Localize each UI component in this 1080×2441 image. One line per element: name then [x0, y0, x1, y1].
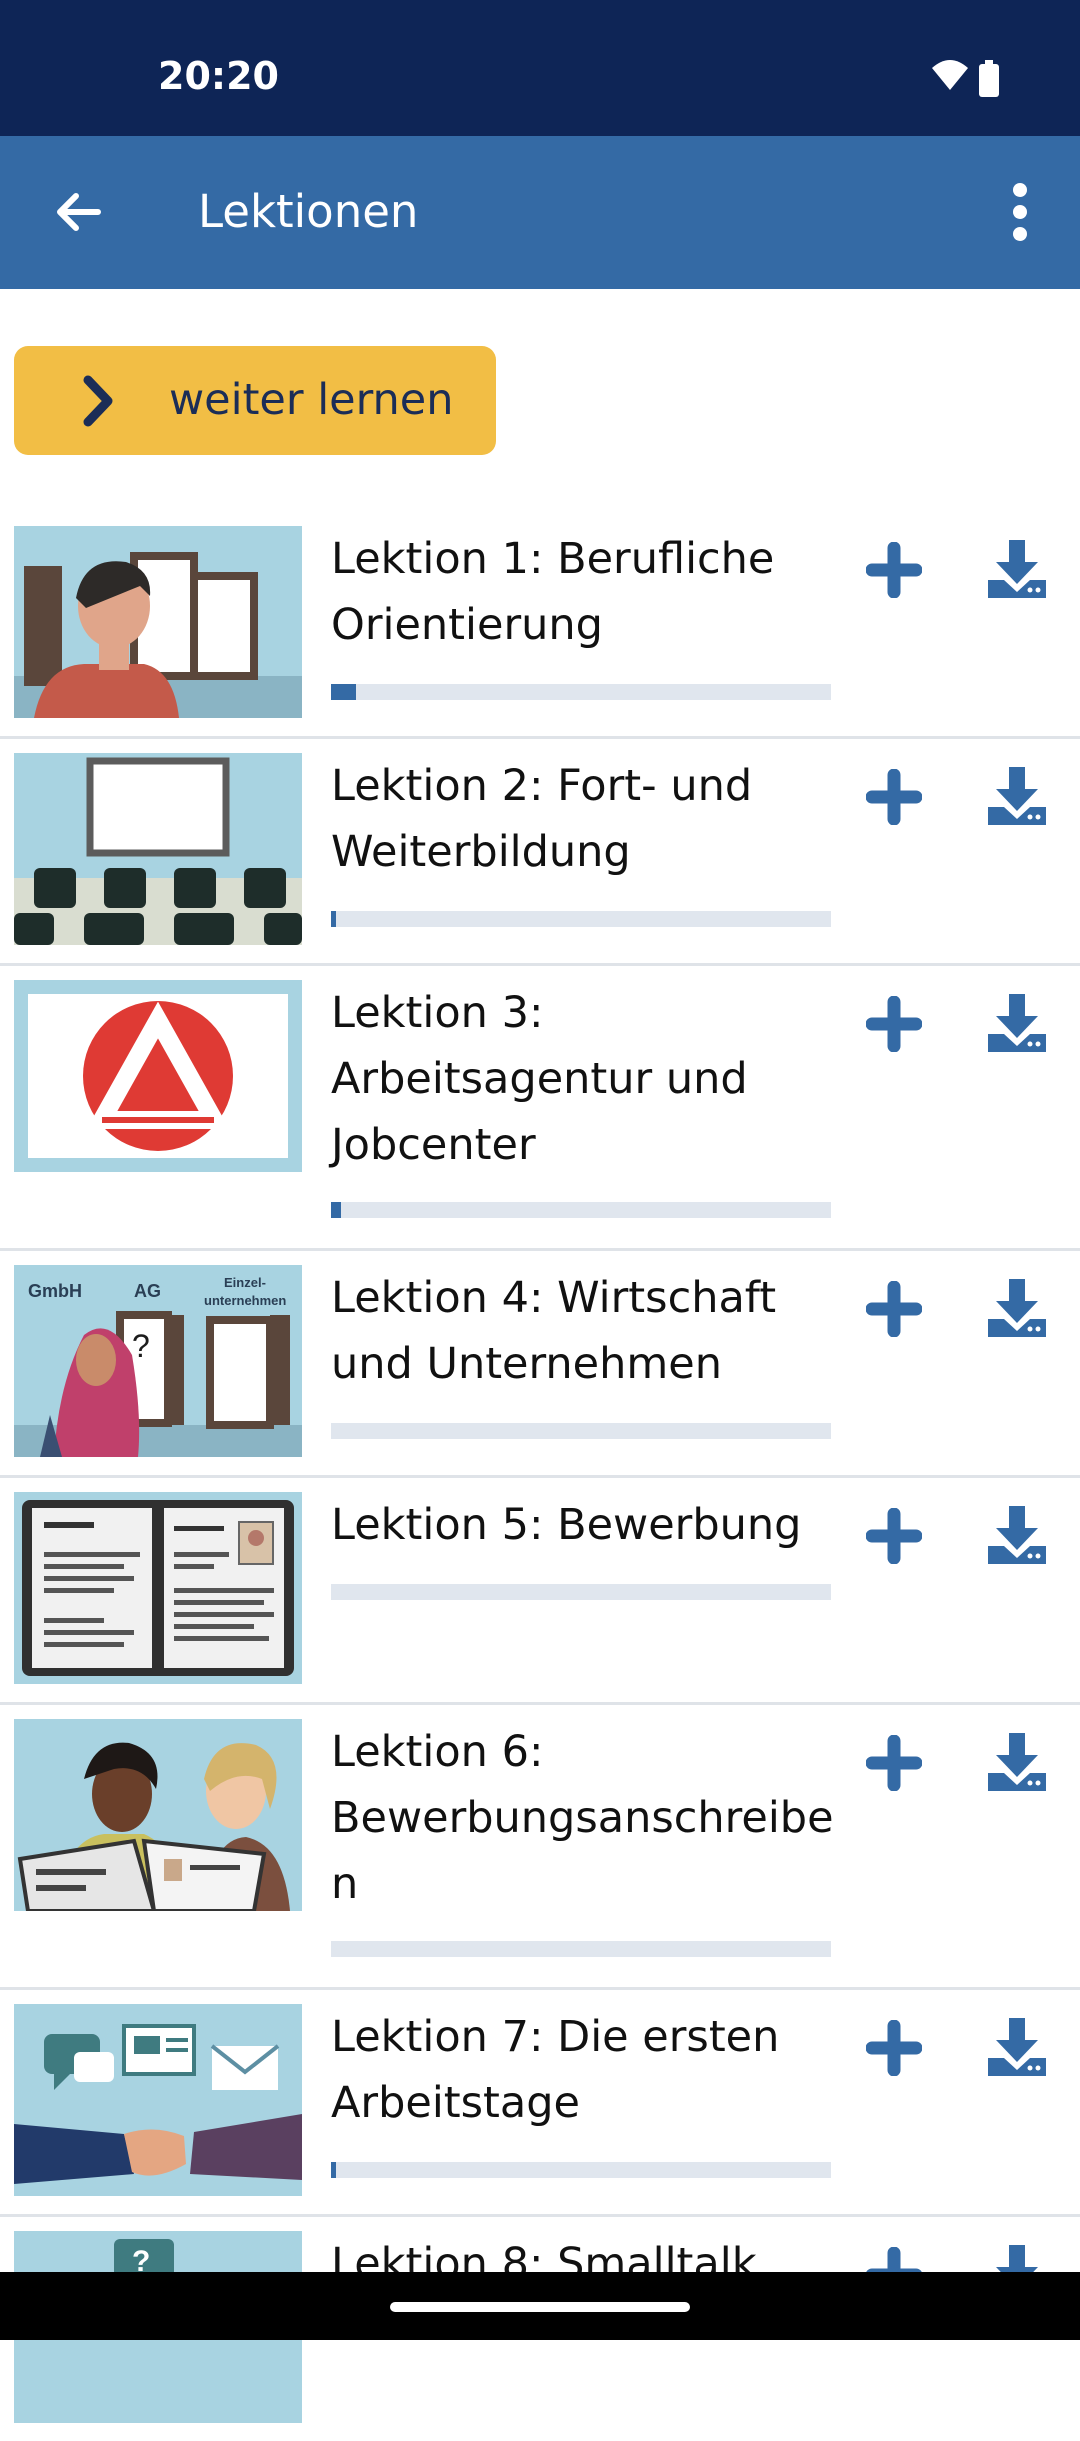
- lesson-progress-fill: [331, 911, 336, 927]
- lesson-title: Lektion 7: Die ersten Arbeitstage: [331, 2012, 780, 2128]
- plus-icon[interactable]: [866, 1508, 922, 1564]
- lesson-thumbnail: [14, 526, 302, 718]
- lesson-progress-bar: [331, 1584, 831, 1600]
- thumb-label-einzel: Einzel-: [224, 1275, 266, 1290]
- home-gesture-handle[interactable]: [390, 2302, 690, 2312]
- lesson-thumbnail: [14, 2004, 302, 2196]
- lesson-item-3[interactable]: Lektion 3: Arbeitsagentur und Jobcenter: [0, 980, 1080, 1251]
- plus-icon[interactable]: [866, 1735, 922, 1791]
- plus-icon[interactable]: [866, 542, 922, 598]
- lesson-progress-bar: [331, 1941, 831, 1957]
- page-title: Lektionen: [198, 185, 419, 238]
- lesson-thumbnail: [14, 753, 302, 945]
- lesson-thumbnail: [14, 1719, 302, 1911]
- system-navigation-bar: [0, 2272, 1080, 2340]
- lesson-progress-bar: [331, 911, 831, 927]
- lesson-title: Lektion 2: Fort- und Weiterbildung: [331, 761, 753, 877]
- lesson-thumbnail: GmbH AG Einzel- unternehmen ?: [14, 1265, 302, 1457]
- thumb-label-question: ?: [132, 1328, 150, 1364]
- continue-learning-button[interactable]: weiter lernen: [14, 346, 496, 455]
- thumb-label-ag: AG: [134, 1281, 161, 1301]
- download-icon[interactable]: [984, 1729, 1050, 1795]
- thumb-label-gmbh: GmbH: [28, 1281, 82, 1301]
- arrow-back-icon[interactable]: [48, 182, 108, 242]
- lesson-thumbnail: [14, 1492, 302, 1684]
- lesson-title: Lektion 1: Berufliche Orientierung: [331, 534, 775, 650]
- lesson-progress-fill: [331, 2162, 336, 2178]
- lesson-progress-fill: [331, 684, 356, 700]
- plus-icon[interactable]: [866, 1281, 922, 1337]
- download-icon[interactable]: [984, 1502, 1050, 1568]
- download-icon[interactable]: [984, 763, 1050, 829]
- lesson-title: Lektion 3: Arbeitsagentur und Jobcenter: [331, 988, 748, 1170]
- continue-learning-label: weiter lernen: [169, 375, 454, 425]
- plus-icon[interactable]: [866, 2020, 922, 2076]
- lesson-progress-bar: [331, 1202, 831, 1218]
- lesson-progress-bar: [331, 1423, 831, 1439]
- lesson-item-2[interactable]: Lektion 2: Fort- und Weiterbildung: [0, 753, 1080, 966]
- lesson-progress-fill: [331, 1202, 341, 1218]
- lesson-item-4[interactable]: GmbH AG Einzel- unternehmen ? Lektion 4:…: [0, 1265, 1080, 1478]
- lesson-title: Lektion 4: Wirtschaft und Unternehmen: [331, 1273, 777, 1389]
- battery-icon: [979, 60, 999, 97]
- lesson-item-5[interactable]: Lektion 5: Bewerbung: [0, 1492, 1080, 1705]
- lesson-title: Lektion 6: Bewerbungsanschreibe n: [331, 1727, 834, 1909]
- app-bar: Lektionen: [0, 136, 1080, 289]
- download-icon[interactable]: [984, 990, 1050, 1056]
- lesson-progress-bar: [331, 684, 831, 700]
- lesson-title: Lektion 5: Bewerbung: [331, 1500, 802, 1550]
- lesson-item-7[interactable]: Lektion 7: Die ersten Arbeitstage: [0, 2004, 1080, 2217]
- lesson-progress-bar: [331, 2162, 831, 2178]
- lesson-thumbnail: [14, 980, 302, 1172]
- plus-icon[interactable]: [866, 769, 922, 825]
- chevron-right-icon: [83, 375, 113, 427]
- download-icon[interactable]: [984, 2014, 1050, 2080]
- status-time: 20:20: [158, 54, 279, 98]
- download-icon[interactable]: [984, 536, 1050, 602]
- wifi-icon: [932, 60, 968, 90]
- status-bar: 20:20: [0, 0, 1080, 136]
- lesson-item-1[interactable]: Lektion 1: Berufliche Orientierung: [0, 526, 1080, 739]
- more-vert-icon[interactable]: [1000, 182, 1040, 242]
- lesson-item-6[interactable]: Lektion 6: Bewerbungsanschreibe n: [0, 1719, 1080, 1990]
- download-icon[interactable]: [984, 1275, 1050, 1341]
- plus-icon[interactable]: [866, 996, 922, 1052]
- thumb-label-unternehmen: unternehmen: [204, 1293, 286, 1308]
